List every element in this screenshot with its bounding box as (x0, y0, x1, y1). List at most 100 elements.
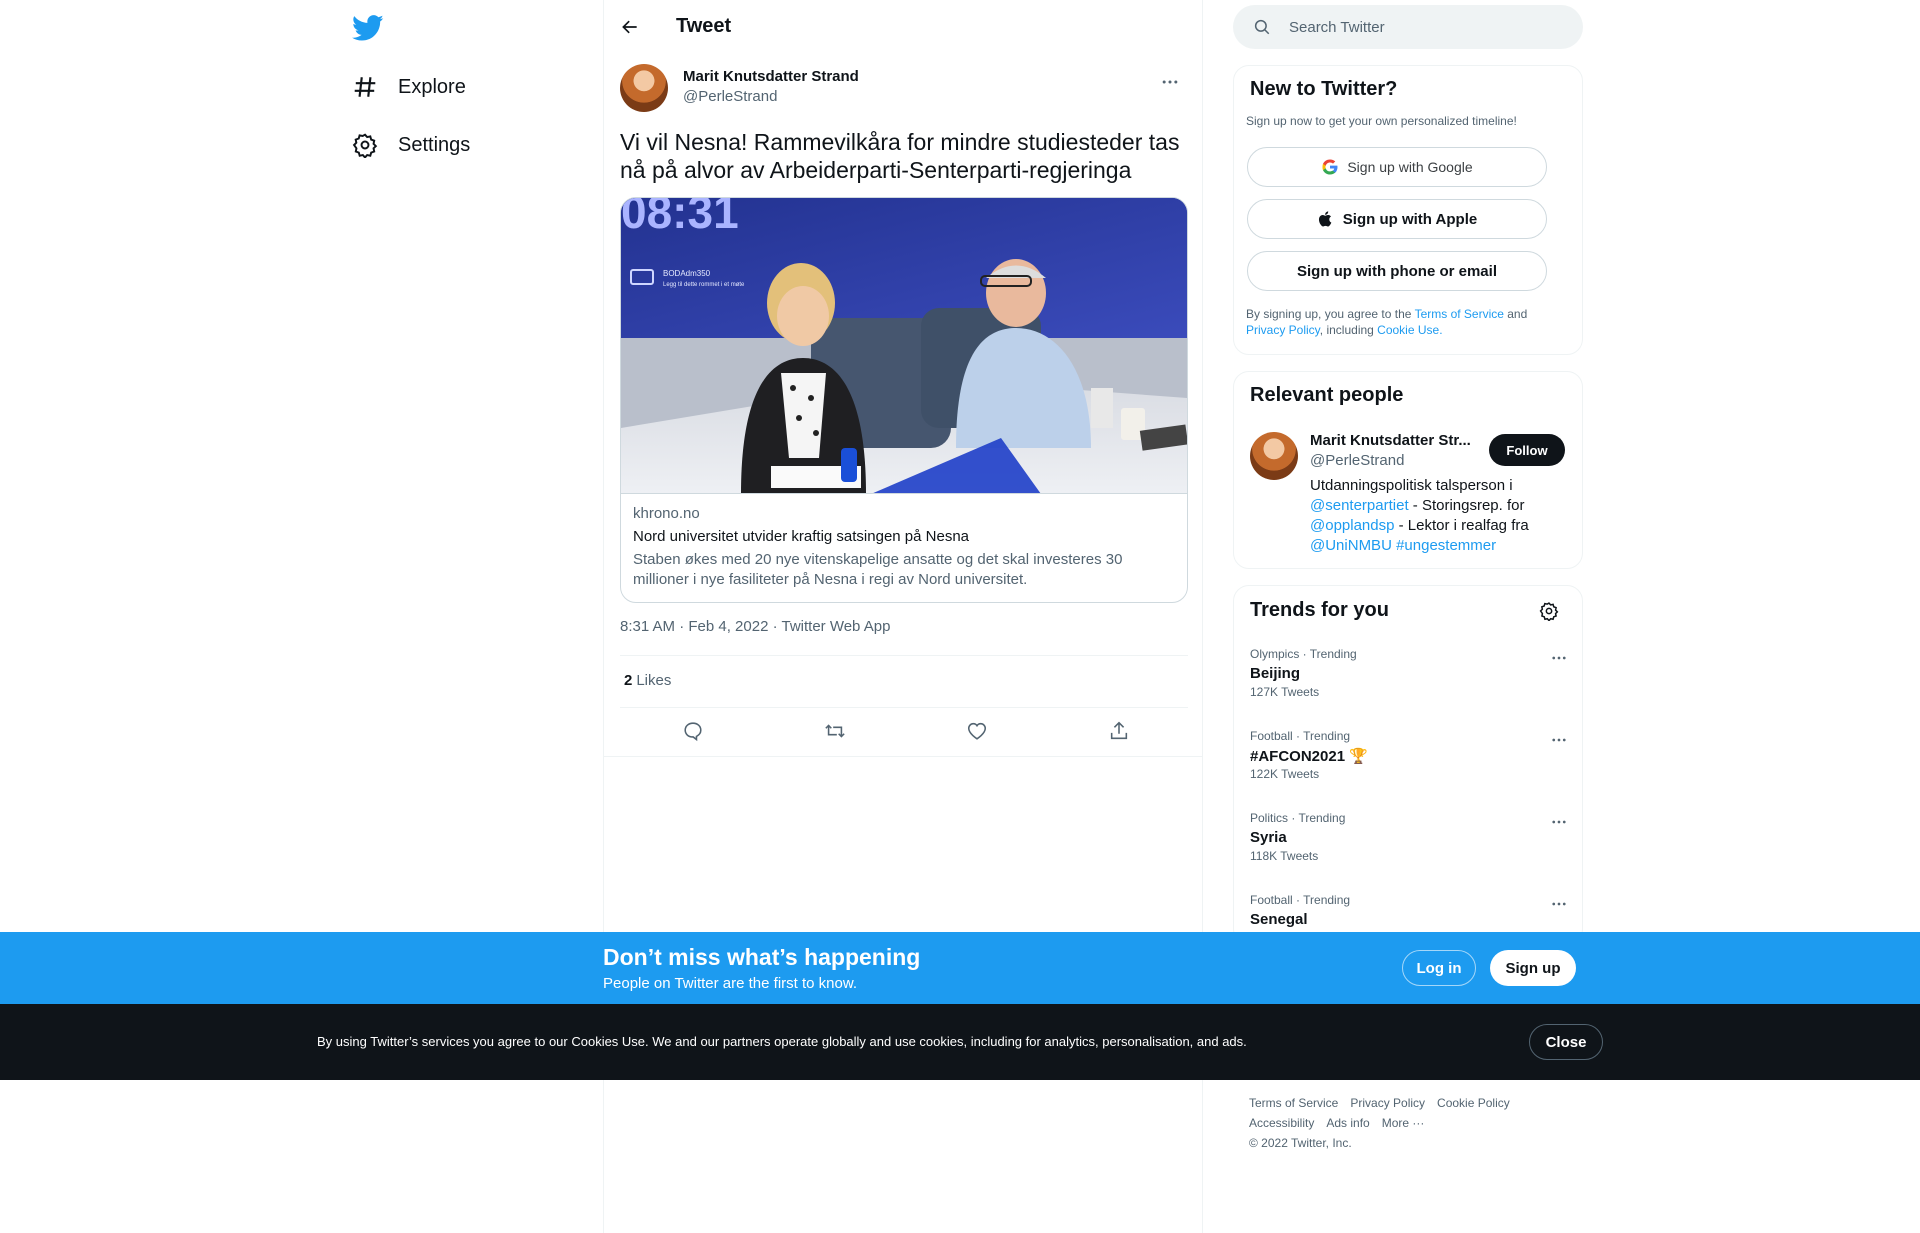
bio-link-hashtag[interactable]: #ungestemmer (1396, 537, 1496, 554)
screen-sub: Legg til dette rommet i et møte (663, 282, 745, 288)
footer-privacy-link[interactable]: Privacy Policy (1350, 1093, 1425, 1113)
cookie-text: By using Twitter’s services you agree to… (317, 1034, 1247, 1049)
divider (620, 655, 1188, 656)
search-box[interactable] (1233, 5, 1583, 49)
page-header: Tweet (604, 0, 1204, 53)
tweet-actions (620, 720, 1188, 744)
card-domain: khrono.no (633, 505, 700, 522)
retweet-icon[interactable] (824, 720, 846, 742)
person-bio: Utdanningspolitisk talsperson i @senterp… (1310, 476, 1570, 556)
google-label: Sign up with Google (1347, 159, 1473, 175)
sign-up-button[interactable]: Sign up (1490, 950, 1576, 986)
card-description: Staben økes med 20 nye vitenskapelige an… (633, 551, 1123, 588)
bio-text-1: Utdanningspolitisk talsperson i (1310, 477, 1513, 494)
trends-panel: Trends for you Olympics · Trending Beiji… (1233, 585, 1583, 945)
person-name[interactable]: Marit Knutsdatter Str... (1310, 432, 1471, 449)
email-label: Sign up with phone or email (1296, 262, 1497, 280)
privacy-link[interactable]: Privacy Policy (1246, 323, 1320, 337)
apple-icon (1318, 211, 1332, 227)
screen-room: BODAdm350 (663, 269, 711, 278)
link-card[interactable]: 08:31 BODAdm350 Legg til dette rommet i … (620, 197, 1188, 603)
cookie-use-link[interactable]: Cookie Use. (1377, 323, 1442, 337)
nav-label-settings: Settings (398, 133, 471, 156)
trend-count: 127K Tweets (1250, 685, 1320, 699)
google-icon (1322, 159, 1338, 175)
promo-title: Don’t miss what’s happening (603, 944, 921, 970)
relevant-people-title: Relevant people (1250, 384, 1404, 406)
card-image: 08:31 BODAdm350 Legg til dette rommet i … (621, 198, 1187, 494)
trend-count: 122K Tweets (1250, 767, 1320, 781)
share-icon[interactable] (1108, 720, 1130, 742)
more-options-icon[interactable] (1550, 731, 1568, 749)
likes-count[interactable]: 2 Likes (624, 672, 671, 689)
author-handle[interactable]: @PerleStrand (683, 88, 777, 105)
footer-links: Terms of Service Privacy Policy Cookie Pol… (1249, 1093, 1569, 1153)
reply-icon[interactable] (682, 720, 704, 742)
avatar[interactable] (620, 64, 668, 112)
search-input[interactable] (1289, 5, 1569, 49)
trend-meta: Football · Trending (1250, 893, 1351, 907)
more-options-icon[interactable] (1160, 72, 1180, 92)
trends-settings-gear-icon[interactable] (1539, 601, 1559, 621)
screen-clock: 08:31 (621, 198, 739, 238)
card-photo: 08:31 BODAdm350 Legg til dette rommet i … (621, 198, 1187, 493)
twitter-logo-icon[interactable] (352, 12, 384, 44)
follow-button[interactable]: Follow (1489, 434, 1565, 466)
page-title: Tweet (676, 15, 732, 37)
apple-label: Sign up with Apple (1342, 210, 1478, 228)
likes-label: Likes (636, 672, 672, 689)
divider (604, 756, 1202, 757)
cookie-banner: By using Twitter’s services you agree to… (0, 1004, 1920, 1080)
terms-link[interactable]: Terms of Service (1415, 307, 1504, 321)
close-cookie-button[interactable]: Close (1529, 1024, 1603, 1060)
trend-item[interactable]: Football · Trending #AFCON2021 🏆 122K Tw… (1250, 729, 1568, 795)
relevant-people-panel: Relevant people Marit Knutsdatter Str...… (1233, 371, 1583, 569)
trends-title: Trends for you (1250, 599, 1389, 621)
footer-copyright: © 2022 Twitter, Inc. (1249, 1136, 1352, 1150)
new-to-twitter-panel: New to Twitter? Sign up now to get your … (1233, 65, 1583, 355)
bio-text-3: - Lektor i realfag fra (1394, 517, 1529, 534)
nav-item-explore[interactable]: Explore (352, 67, 466, 107)
trend-name: #AFCON2021 🏆 (1250, 748, 1368, 765)
bio-link-uninmbu[interactable]: @UniNMBU (1310, 537, 1392, 554)
avatar[interactable] (1250, 432, 1298, 480)
tweet-text: Vi vil Nesna! Rammevilkåra for mindre st… (620, 129, 1180, 183)
hashtag-icon (354, 77, 376, 97)
more-options-icon[interactable] (1550, 649, 1568, 667)
trend-item[interactable]: Politics · Trending Syria 118K Tweets (1250, 811, 1568, 877)
signup-terms: By signing up, you agree to the Terms of… (1246, 306, 1566, 338)
bio-link-opplandsp[interactable]: @opplandsp (1310, 517, 1394, 534)
bio-link-senterpartiet[interactable]: @senterpartiet (1310, 497, 1409, 514)
footer-ads-link[interactable]: Ads info (1326, 1113, 1369, 1133)
footer-accessibility-link[interactable]: Accessibility (1249, 1113, 1314, 1133)
trend-meta: Football · Trending (1250, 729, 1351, 743)
person-handle[interactable]: @PerleStrand (1310, 452, 1404, 469)
tweet-timestamp[interactable]: 8:31 AM · Feb 4, 2022 · Twitter Web App (620, 618, 890, 635)
trend-name: Syria (1250, 829, 1287, 846)
trend-count: 118K Tweets (1250, 849, 1319, 863)
including-text: , including (1319, 323, 1378, 337)
author-name[interactable]: Marit Knutsdatter Strand (683, 68, 859, 85)
search-icon (1254, 19, 1270, 35)
promo-subtitle: People on Twitter are the first to know. (603, 975, 858, 992)
back-arrow-icon[interactable] (620, 17, 640, 37)
sign-up-google-button[interactable]: Sign up with Google (1247, 147, 1547, 187)
footer-terms-link[interactable]: Terms of Service (1249, 1093, 1338, 1113)
gear-icon (352, 133, 378, 158)
more-options-icon[interactable] (1550, 813, 1568, 831)
sign-up-email-button[interactable]: Sign up with phone or email (1247, 251, 1547, 291)
trend-item[interactable]: Olympics · Trending Beijing 127K Tweets (1250, 647, 1568, 713)
footer-cookie-link[interactable]: Cookie Policy (1437, 1093, 1510, 1113)
nav-item-settings[interactable]: Settings (352, 125, 470, 165)
likes-number: 2 (624, 672, 633, 689)
trend-meta: Olympics · Trending (1250, 647, 1357, 661)
tweet-author: Marit Knutsdatter Strand @PerleStrand (620, 64, 1188, 112)
terms-prefix: By signing up, you agree to the (1246, 307, 1415, 321)
divider (620, 707, 1188, 708)
trend-name: Beijing (1250, 665, 1301, 682)
footer-more-link[interactable]: More ··· (1382, 1113, 1425, 1133)
more-options-icon[interactable] (1550, 895, 1568, 913)
like-heart-icon[interactable] (966, 720, 988, 742)
log-in-button[interactable]: Log in (1402, 950, 1476, 986)
sign-up-apple-button[interactable]: Sign up with Apple (1247, 199, 1547, 239)
